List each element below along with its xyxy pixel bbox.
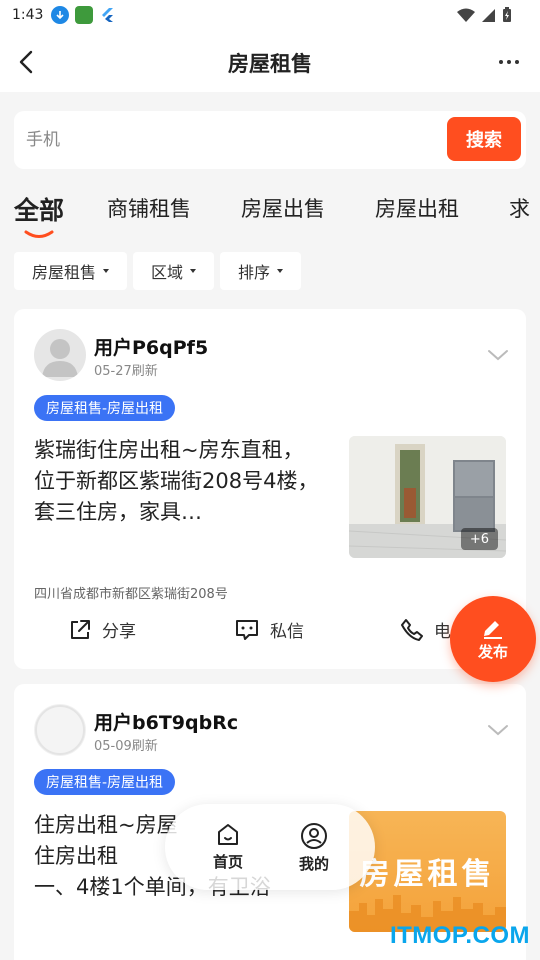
status-indicators — [457, 7, 512, 23]
more-dot-icon — [507, 60, 511, 64]
nav-home-label: 首页 — [212, 853, 243, 871]
status-bar: 1:43 — [0, 0, 540, 30]
phone-button[interactable]: 电 — [400, 617, 451, 642]
status-time: 1:43 — [12, 7, 44, 23]
filter-region[interactable]: 区域 — [133, 252, 215, 290]
expand-button[interactable] — [486, 347, 510, 363]
signal-icon — [482, 8, 495, 22]
filter-category-label: 房屋租售 — [32, 263, 97, 282]
share-label: 分享 — [102, 622, 136, 642]
user-name[interactable]: 用户P6qPf5 — [94, 333, 208, 360]
post-address: 四川省成都市新都区紫瑞街208号 — [34, 587, 228, 602]
share-icon — [71, 619, 90, 639]
caret-down-icon — [103, 269, 110, 273]
tab-wanted[interactable]: 求 — [509, 193, 530, 223]
category-tabs: 全部 商铺租售 房屋出售 房屋出租 求 — [0, 185, 540, 241]
search-box: 搜索 — [14, 111, 526, 169]
post-image[interactable]: +6 — [349, 436, 506, 558]
caret-down-icon — [190, 269, 197, 273]
tab-active-indicator — [24, 230, 54, 238]
home-icon — [218, 824, 238, 845]
publish-label: 发布 — [477, 642, 508, 661]
more-options-button[interactable] — [494, 50, 524, 74]
phone-icon — [401, 618, 423, 641]
avatar-placeholder — [35, 705, 85, 755]
refresh-time: 05-27刷新 — [94, 364, 158, 379]
caret-down-icon — [277, 269, 284, 273]
image-count-badge: +6 — [460, 528, 498, 550]
tab-house-rent[interactable]: 房屋出租 — [375, 193, 459, 223]
refresh-time: 05-09刷新 — [94, 739, 158, 754]
search-input[interactable] — [26, 123, 426, 157]
chat-icon — [236, 619, 258, 640]
category-tag: 房屋租售-房屋出租 — [34, 395, 176, 421]
battery-icon — [503, 7, 511, 22]
flutter-app-icon — [99, 6, 117, 24]
user-icon — [301, 823, 327, 849]
qr-app-icon — [75, 6, 94, 24]
more-dot-icon — [515, 60, 519, 64]
nav-mine[interactable]: 我的 — [279, 822, 349, 874]
post-card[interactable]: 用户P6qPf5 05-27刷新 房屋租售-房屋出租 紫瑞街住房出租~房东直租，… — [14, 309, 526, 669]
user-name[interactable]: 用户b6T9qbRc — [94, 708, 238, 735]
filter-region-label: 区域 — [151, 263, 184, 282]
watermark: ITMOP.COM — [389, 922, 530, 949]
post-description[interactable]: 紫瑞街住房出租~房东直租，位于新都区紫瑞街208号4楼，套三住房，家具… — [34, 435, 324, 528]
filter-category[interactable]: 房屋租售 — [14, 252, 128, 290]
post-image[interactable]: 房屋租售 — [349, 811, 506, 932]
search-button[interactable]: 搜索 — [447, 117, 521, 161]
category-tag: 房屋租售-房屋出租 — [34, 769, 176, 795]
message-label: 私信 — [270, 622, 304, 642]
page-title: 房屋租售 — [228, 51, 312, 76]
chevron-down-icon — [488, 725, 508, 736]
avatar[interactable] — [34, 704, 86, 756]
bottom-nav: 首页 我的 — [165, 804, 375, 890]
app-header: 房屋租售 — [0, 30, 540, 92]
wifi-icon — [457, 8, 475, 22]
nav-home[interactable]: 首页 — [193, 822, 263, 872]
tab-shop-rent-sale[interactable]: 商铺租售 — [107, 193, 191, 223]
default-avatar-icon — [42, 339, 78, 377]
chevron-down-icon — [488, 350, 508, 361]
more-dot-icon — [499, 60, 503, 64]
filter-sort[interactable]: 排序 — [220, 252, 302, 290]
tab-all[interactable]: 全部 — [14, 191, 64, 227]
phone-label: 电 — [434, 622, 451, 642]
download-app-icon — [51, 6, 70, 24]
filter-bar: 房屋租售 区域 排序 — [14, 252, 302, 290]
nav-mine-label: 我的 — [298, 855, 329, 873]
message-button[interactable]: 私信 — [234, 617, 304, 642]
publish-button[interactable]: 发布 — [450, 596, 536, 682]
expand-button[interactable] — [486, 722, 510, 738]
avatar[interactable] — [34, 329, 86, 381]
edit-icon — [484, 620, 502, 639]
share-button[interactable]: 分享 — [68, 617, 136, 642]
filter-sort-label: 排序 — [238, 263, 271, 282]
tab-house-sale[interactable]: 房屋出售 — [241, 193, 325, 223]
